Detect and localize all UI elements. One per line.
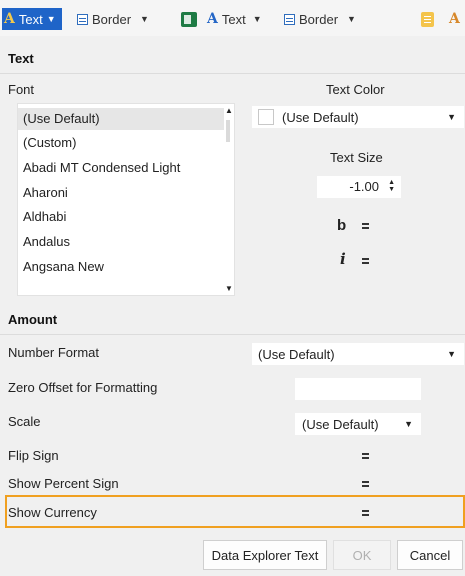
chevron-down-icon: ▼ xyxy=(46,14,56,24)
show-currency-label: Show Currency xyxy=(8,505,97,520)
number-format-dropdown[interactable]: (Use Default) ▼ xyxy=(252,343,464,365)
number-format-value: (Use Default) xyxy=(258,346,335,362)
border-label: Border xyxy=(299,11,339,27)
flip-sign-toggle[interactable] xyxy=(362,453,369,459)
chevron-down-icon: ▼ xyxy=(347,14,356,24)
font-list-item[interactable]: Abadi MT Condensed Light xyxy=(18,157,224,179)
flip-sign-label: Flip Sign xyxy=(8,448,59,463)
chevron-down-icon: ▼ xyxy=(404,419,413,429)
text-style-button[interactable]: A Text ▼ xyxy=(207,8,262,30)
font-list-item[interactable]: Aharoni xyxy=(18,182,224,204)
text-color-button-2[interactable]: A xyxy=(449,8,460,30)
text-color-button[interactable]: A Text ▼ xyxy=(2,8,62,30)
show-currency-toggle[interactable] xyxy=(362,510,369,516)
divider xyxy=(0,334,465,335)
text-size-label: Text Size xyxy=(330,150,383,165)
bold-icon: b xyxy=(337,217,347,234)
scrollbar-thumb[interactable] xyxy=(226,120,230,142)
show-percent-toggle[interactable] xyxy=(362,481,369,487)
text-size-value: -1.00 xyxy=(349,179,379,194)
font-list-item[interactable]: (Use Default) xyxy=(18,108,224,130)
border-label: Border xyxy=(92,11,132,27)
text-color-value: (Use Default) xyxy=(282,109,359,125)
scale-label: Scale xyxy=(8,414,41,429)
zero-offset-input[interactable] xyxy=(295,378,421,400)
text-color-icon: A xyxy=(449,11,460,27)
border-button-2[interactable]: Border ▼ xyxy=(284,8,356,30)
excel-button[interactable] xyxy=(181,8,197,30)
chevron-down-icon: ▼ xyxy=(140,14,149,24)
data-explorer-text-button[interactable]: Data Explorer Text xyxy=(203,540,327,570)
show-percent-label: Show Percent Sign xyxy=(8,476,119,491)
font-list-item[interactable]: Angsana New xyxy=(18,256,224,278)
scroll-down-icon[interactable]: ▼ xyxy=(225,284,233,293)
spin-icon[interactable]: ▲ ▼ xyxy=(388,179,395,193)
excel-icon xyxy=(181,11,197,27)
number-format-label: Number Format xyxy=(8,345,100,360)
text-color-label: Text xyxy=(18,11,43,27)
chevron-down-icon: ▼ xyxy=(447,349,456,359)
text-color-label: Text Color xyxy=(326,82,385,97)
font-listbox[interactable]: (Use Default) (Custom) Abadi MT Condense… xyxy=(17,103,235,296)
italic-icon: i xyxy=(340,250,346,268)
border-icon xyxy=(77,13,88,25)
chevron-down-icon: ▼ xyxy=(252,14,262,24)
italic-toggle[interactable] xyxy=(362,258,369,264)
text-section-title: Text xyxy=(8,51,34,66)
font-list-item[interactable]: Andalus xyxy=(18,231,224,253)
border-icon xyxy=(284,13,295,25)
color-swatch xyxy=(258,109,274,125)
amount-section-title: Amount xyxy=(8,312,58,327)
chevron-down-icon: ▼ xyxy=(447,112,456,122)
bold-toggle[interactable] xyxy=(362,223,369,229)
ok-button[interactable]: OK xyxy=(333,540,391,570)
text-style-label: Text xyxy=(221,11,246,27)
text-color-icon: A xyxy=(4,11,15,27)
font-label: Font xyxy=(8,82,35,97)
document-button[interactable] xyxy=(421,8,434,30)
scale-value: (Use Default) xyxy=(302,416,379,432)
document-icon xyxy=(421,11,434,27)
border-button[interactable]: Border ▼ xyxy=(77,8,149,30)
divider xyxy=(0,73,465,74)
font-list-scrollbar[interactable]: ▲ ▼ xyxy=(222,104,234,295)
font-list-item[interactable]: (Custom) xyxy=(18,132,224,154)
toolbar: A Text ▼ Border ▼ A Text ▼ Border ▼ A xyxy=(0,0,465,36)
scroll-up-icon[interactable]: ▲ xyxy=(225,106,233,115)
text-color-dropdown[interactable]: (Use Default) ▼ xyxy=(252,106,464,128)
text-size-stepper[interactable]: -1.00 ▲ ▼ xyxy=(317,176,401,198)
cancel-button[interactable]: Cancel xyxy=(397,540,463,570)
font-list-item[interactable]: Aldhabi xyxy=(18,206,224,228)
text-style-icon: A xyxy=(207,11,218,27)
scale-dropdown[interactable]: (Use Default) ▼ xyxy=(295,413,421,435)
zero-offset-label: Zero Offset for Formatting xyxy=(8,380,158,395)
